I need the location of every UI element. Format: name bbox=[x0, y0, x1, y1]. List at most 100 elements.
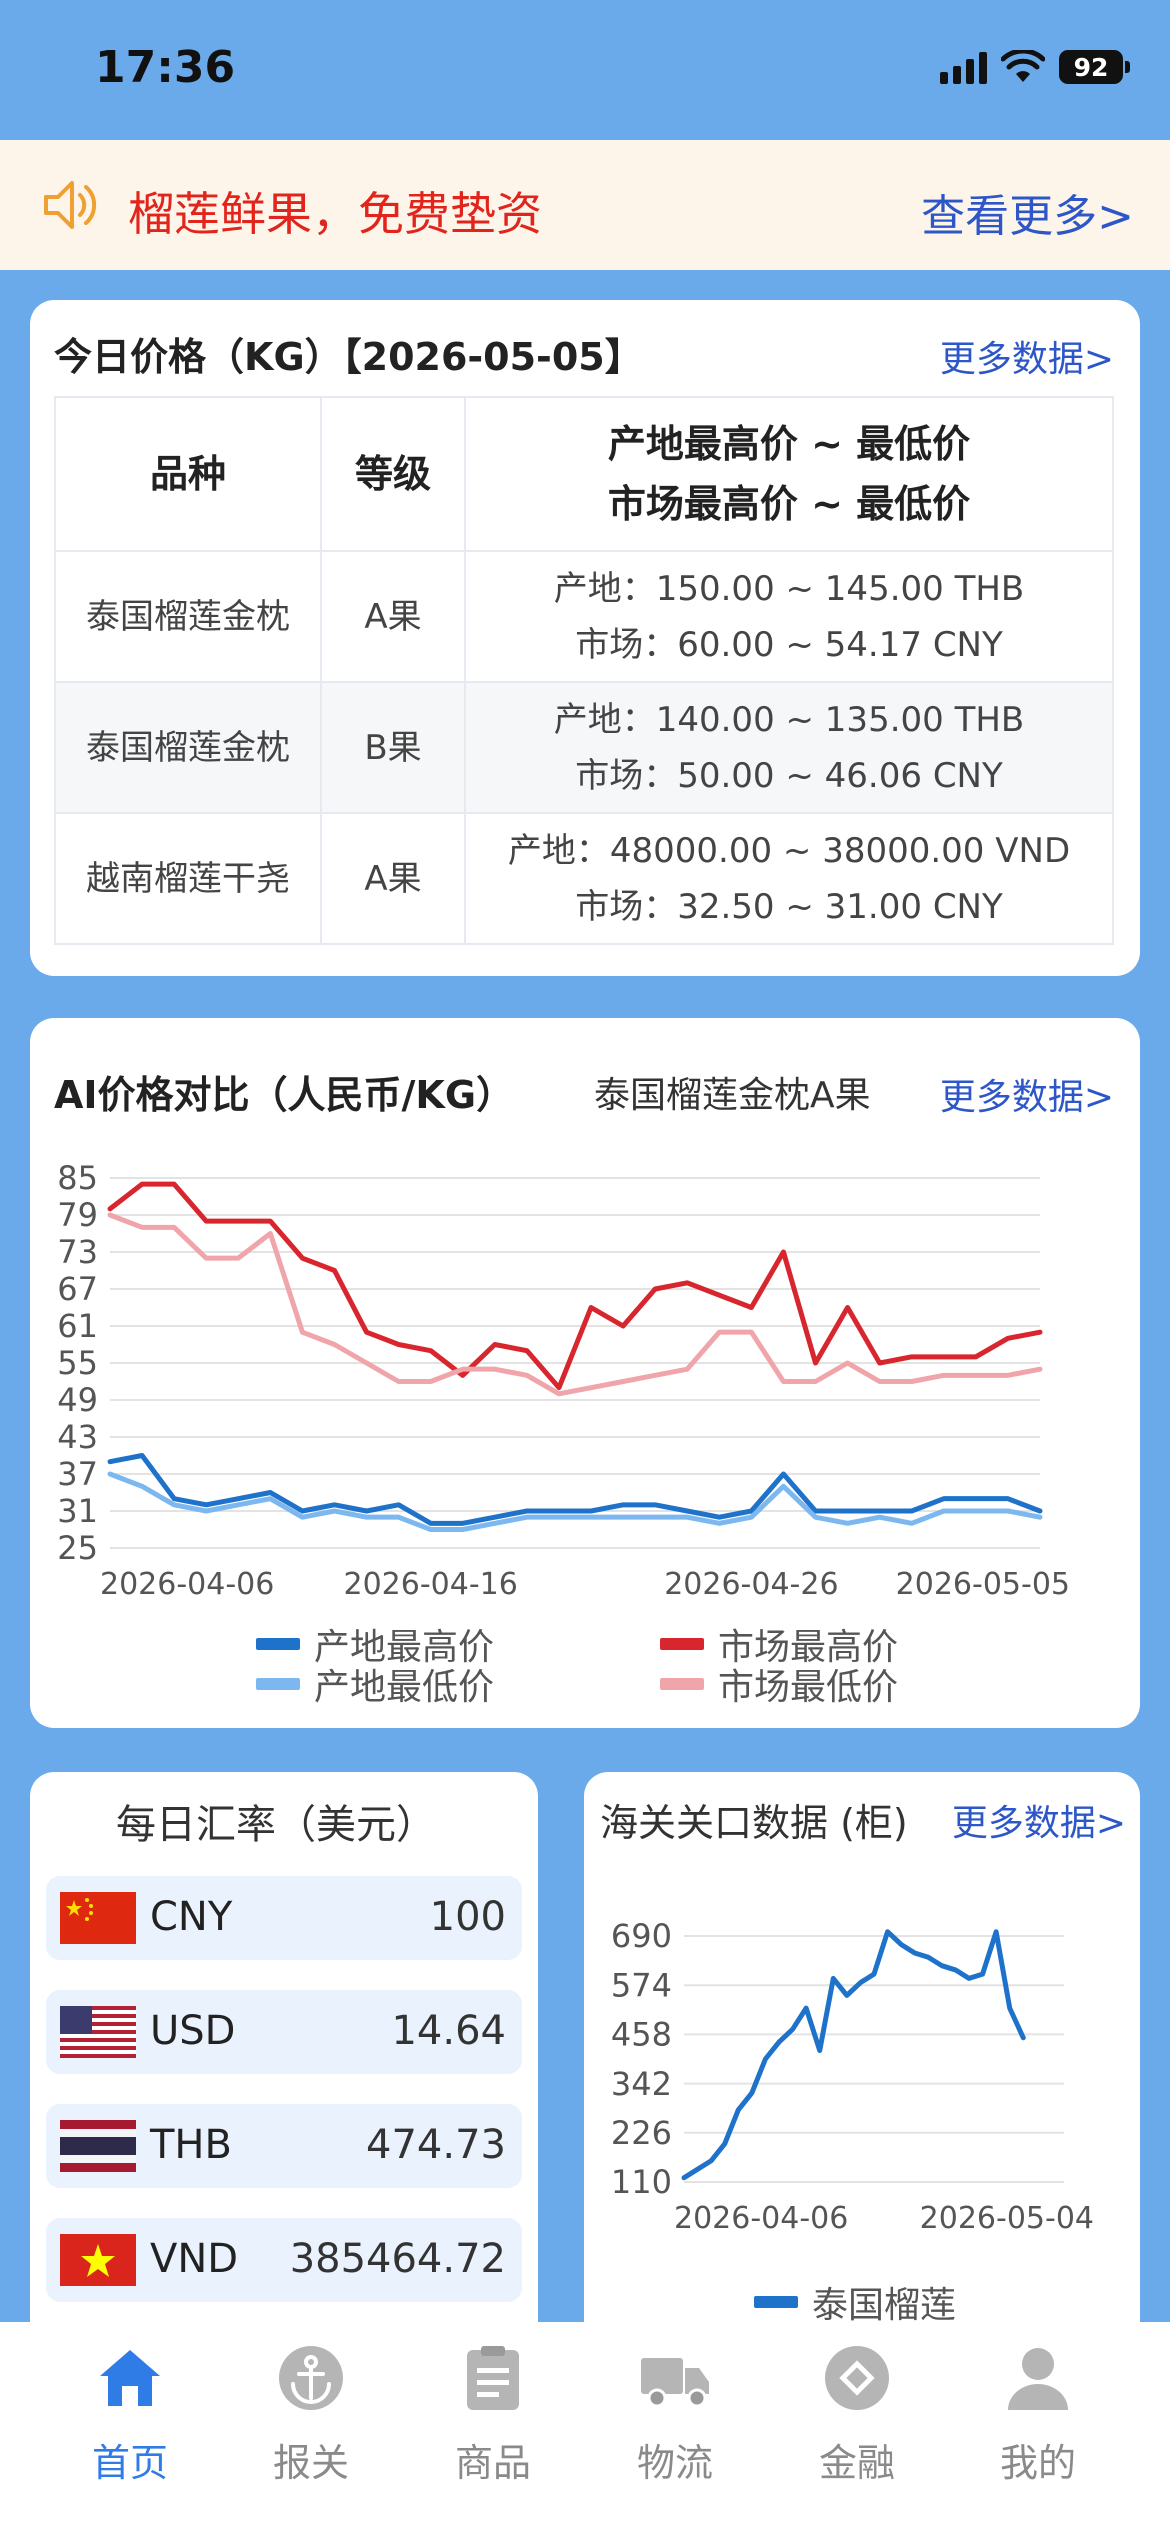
header-variety: 品种 bbox=[54, 396, 322, 552]
signal-icon bbox=[940, 50, 987, 84]
thailand-flag-icon bbox=[60, 2120, 136, 2172]
legend-swatch bbox=[256, 1678, 300, 1690]
series-line bbox=[681, 1929, 1026, 2181]
row-grade: A果 bbox=[320, 550, 466, 683]
y-tick-label: 49 bbox=[57, 1381, 98, 1419]
price-table: 品种 等级 产地最高价 ~ 最低价 市场最高价 ~ 最低价 泰国榴莲金枕 A果 … bbox=[54, 396, 1114, 945]
fx-row-vnd[interactable]: VND 385464.72 bbox=[46, 2218, 522, 2302]
tab-label: 首页 bbox=[91, 2441, 168, 2485]
fx-code: CNY bbox=[150, 1894, 233, 1940]
fx-value: 474.73 bbox=[366, 2122, 506, 2168]
status-bar: 17:36 92 bbox=[0, 0, 1170, 140]
y-tick-label: 85 bbox=[57, 1159, 98, 1197]
y-tick-label: 43 bbox=[57, 1418, 98, 1456]
fx-code: USD bbox=[150, 2008, 236, 2054]
ai-price-product[interactable]: 泰国榴莲金枕A果 bbox=[594, 1066, 871, 1118]
legend-label: 市场最低价 bbox=[718, 1667, 899, 1708]
tab-customs[interactable]: 报关 bbox=[241, 2342, 381, 2487]
fx-title: 每日汇率（美元） bbox=[116, 1802, 436, 1848]
customs-card: 海关关口数据 (柜) 更多数据> 690 574 458 342 226 110 2026-… bbox=[584, 1772, 1140, 2372]
fx-row-cny[interactable]: CNY 100 bbox=[46, 1876, 522, 1960]
series-line bbox=[107, 1453, 1043, 1526]
fx-value: 100 bbox=[429, 1894, 506, 1940]
x-tick-label: 2026-04-06 bbox=[674, 2201, 848, 2236]
finance-icon bbox=[825, 2346, 889, 2410]
table-row[interactable]: 泰国榴莲金枕 A果 产地：150.00 ~ 145.00 THB 市场：60.0… bbox=[54, 550, 1114, 683]
vietnam-flag-icon bbox=[60, 2234, 136, 2286]
tab-finance[interactable]: 金融 bbox=[787, 2342, 927, 2487]
y-tick-label: 37 bbox=[57, 1455, 98, 1493]
row-variety: 越南榴莲干尧 bbox=[54, 812, 322, 945]
fx-code: THB bbox=[150, 2122, 232, 2168]
legend-item: 产地最低价 bbox=[256, 1658, 494, 1710]
legend-item: 市场最低价 bbox=[660, 1658, 898, 1710]
y-tick-label: 574 bbox=[611, 1966, 672, 2004]
tab-home[interactable]: 首页 bbox=[60, 2342, 200, 2487]
tab-products[interactable]: 商品 bbox=[423, 2342, 563, 2487]
row-prices: 产地：140.00 ~ 135.00 THB 市场：50.00 ~ 46.06 … bbox=[464, 681, 1114, 814]
wifi-icon bbox=[1001, 50, 1045, 82]
table-row[interactable]: 泰国榴莲金枕 B果 产地：140.00 ~ 135.00 THB 市场：50.0… bbox=[54, 681, 1114, 814]
today-price-more-link[interactable]: 更多数据> bbox=[940, 330, 1114, 382]
y-tick-label: 458 bbox=[611, 2016, 672, 2054]
y-tick-label: 25 bbox=[57, 1529, 98, 1567]
y-tick-label: 61 bbox=[57, 1307, 98, 1345]
legend-swatch bbox=[256, 1638, 300, 1650]
row-origin-price: 产地：140.00 ~ 135.00 THB bbox=[553, 699, 1025, 740]
series-line bbox=[107, 1471, 1043, 1532]
notice-bar[interactable]: 榴莲鲜果，免费垫资 查看更多> bbox=[0, 140, 1170, 270]
fx-row-thb[interactable]: THB 474.73 bbox=[46, 2104, 522, 2188]
tab-profile[interactable]: 我的 bbox=[968, 2342, 1108, 2487]
fx-card: 每日汇率（美元） CNY 100 USD 14.64 THB 474.73 VN… bbox=[30, 1772, 538, 2372]
x-tick-label: 2026-04-06 bbox=[100, 1567, 274, 1602]
legend-swatch bbox=[660, 1638, 704, 1650]
row-prices: 产地：48000.00 ~ 38000.00 VND 市场：32.50 ~ 31… bbox=[464, 812, 1114, 945]
y-tick-label: 79 bbox=[57, 1196, 98, 1234]
legend-swatch bbox=[660, 1678, 704, 1690]
y-tick-label: 55 bbox=[57, 1344, 98, 1382]
y-tick-label: 690 bbox=[611, 1917, 672, 1955]
y-tick-label: 73 bbox=[57, 1233, 98, 1271]
status-time: 17:36 bbox=[95, 42, 236, 93]
battery-icon: 92 bbox=[1059, 50, 1130, 84]
fx-code: VND bbox=[150, 2236, 239, 2282]
battery-level: 92 bbox=[1059, 50, 1123, 84]
series-line bbox=[107, 1212, 1043, 1397]
row-variety: 泰国榴莲金枕 bbox=[54, 681, 322, 814]
y-tick-label: 226 bbox=[611, 2114, 672, 2152]
legend-label: 泰国榴莲 bbox=[812, 2285, 957, 2326]
user-icon bbox=[1008, 2348, 1068, 2410]
china-flag-icon bbox=[60, 1892, 136, 1944]
header-origin-range: 产地最高价 ~ 最低价 bbox=[607, 422, 971, 466]
tab-label: 金融 bbox=[818, 2441, 895, 2485]
row-market-price: 市场：50.00 ~ 46.06 CNY bbox=[575, 755, 1003, 796]
price-table-header: 品种 等级 产地最高价 ~ 最低价 市场最高价 ~ 最低价 bbox=[54, 396, 1114, 552]
notice-text[interactable]: 榴莲鲜果，免费垫资 bbox=[128, 178, 542, 244]
usa-flag-icon bbox=[60, 2006, 136, 2058]
today-price-card: 今日价格（KG）【2026-05-05】 更多数据> 品种 等级 产地最高价 ~… bbox=[30, 300, 1140, 976]
y-tick-label: 110 bbox=[611, 2163, 672, 2201]
x-tick-label: 2026-04-26 bbox=[664, 1567, 838, 1602]
tab-label: 商品 bbox=[454, 2441, 531, 2485]
y-tick-label: 31 bbox=[57, 1492, 98, 1530]
header-grade: 等级 bbox=[320, 396, 466, 552]
ai-price-title: AI价格对比（人民币/KG） bbox=[54, 1073, 515, 1117]
legend-item: 泰国榴莲 bbox=[754, 2276, 956, 2328]
fx-row-usd[interactable]: USD 14.64 bbox=[46, 1990, 522, 2074]
today-price-title: 今日价格（KG）【2026-05-05】 bbox=[54, 335, 643, 379]
tab-bar: 首页 报关 商品 物流 金融 我的 bbox=[0, 2322, 1170, 2532]
table-row[interactable]: 越南榴莲干尧 A果 产地：48000.00 ~ 38000.00 VND 市场：… bbox=[54, 812, 1114, 945]
ai-price-more-link[interactable]: 更多数据> bbox=[940, 1068, 1114, 1120]
header-market-range: 市场最高价 ~ 最低价 bbox=[607, 482, 971, 526]
customs-title: 海关关口数据 (柜) bbox=[600, 1801, 908, 1845]
tab-label: 我的 bbox=[999, 2441, 1076, 2485]
y-tick-label: 342 bbox=[611, 2065, 672, 2103]
legend-label: 产地最低价 bbox=[314, 1667, 495, 1708]
customs-more-link[interactable]: 更多数据> bbox=[952, 1794, 1126, 1846]
row-market-price: 市场：60.00 ~ 54.17 CNY bbox=[575, 624, 1003, 665]
notice-more-link[interactable]: 查看更多> bbox=[921, 180, 1134, 244]
row-variety: 泰国榴莲金枕 bbox=[54, 550, 322, 683]
tab-logistics[interactable]: 物流 bbox=[605, 2342, 745, 2487]
ai-price-chart: 85797367615549433731252026-04-06 2026-04-… bbox=[57, 1159, 1070, 1602]
header-prices: 产地最高价 ~ 最低价 市场最高价 ~ 最低价 bbox=[464, 396, 1114, 552]
